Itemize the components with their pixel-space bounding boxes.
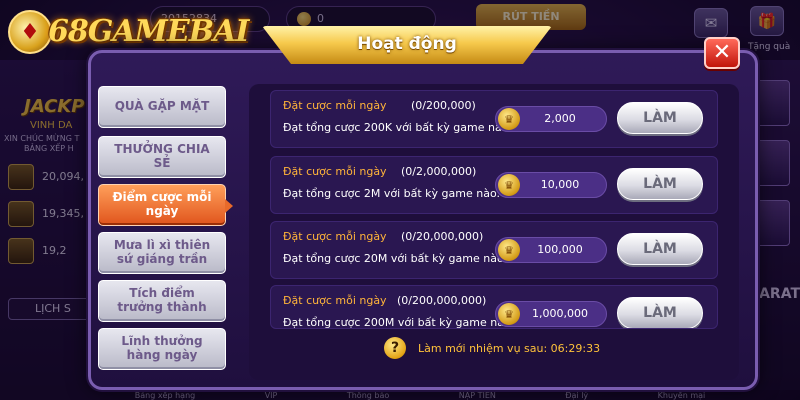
task-row: Đặt cược mỗi ngày (0/2,000,000) Đạt tổng… [270,156,718,214]
tab-share-reward[interactable]: THƯỞNG CHIA SẺ [98,136,226,178]
tab-growth-points[interactable]: Tích điểm trưởng thành [98,280,226,322]
close-button[interactable]: ✕ [704,37,740,69]
task-row: Đặt cược mỗi ngày (0/200,000) Đạt tổng c… [270,90,718,148]
refresh-timer: ? Làm mới nhiệm vụ sau: 06:29:33 [384,336,600,360]
crown-coin-icon: ♛ [498,174,520,196]
brand-name: 68GAMEBAI [48,14,249,49]
task-row: Đặt cược mỗi ngày (0/200,000,000) Đạt tổ… [270,285,718,329]
task-row: Đặt cược mỗi ngày (0/20,000,000) Đạt tổn… [270,221,718,279]
task-description: Đạt tổng cược 20M với bất kỳ game nào. [283,252,507,265]
task-progress: (0/2,000,000) [401,165,477,178]
reward-pill: ♛ 10,000 [495,172,607,198]
crown-coin-icon: ♛ [498,239,520,261]
task-progress: (0/200,000,000) [397,294,487,307]
reward-pill: ♛ 2,000 [495,106,607,132]
reward-value: 1,000,000 [532,307,588,320]
task-title: Đặt cược mỗi ngày [283,294,387,307]
task-progress: (0/20,000,000) [401,230,484,243]
do-task-button[interactable]: LÀM [617,233,703,265]
task-description: Đạt tổng cược 200K với bất kỳ game nào. [283,121,512,134]
reward-value: 10,000 [540,178,580,191]
do-task-button[interactable]: LÀM [617,297,703,328]
tab-daily-bet-points[interactable]: Điểm cược mỗi ngày [98,184,233,226]
task-progress: (0/200,000) [411,99,476,112]
crown-coin-icon: ♛ [498,303,520,325]
do-task-button[interactable]: LÀM [617,102,703,134]
task-title: Đặt cược mỗi ngày [283,230,387,243]
crown-coin-icon: ♛ [498,108,520,130]
tab-welcome-gift[interactable]: QUÀ GẶP MẶT [98,86,226,128]
refresh-countdown: Làm mới nhiệm vụ sau: 06:29:33 [418,341,601,355]
reward-pill: ♛ 1,000,000 [495,301,607,327]
reward-pill: ♛ 100,000 [495,237,607,263]
task-title: Đặt cược mỗi ngày [283,165,387,178]
reward-value: 100,000 [537,243,583,256]
tab-lucky-money-rain[interactable]: Mưa lì xì thiên sứ giáng trần [98,232,226,274]
tab-daily-reward[interactable]: Lĩnh thưởng hàng ngày [98,328,226,370]
close-icon: ✕ [712,40,732,65]
help-icon[interactable]: ? [384,337,406,359]
do-task-button[interactable]: LÀM [617,168,703,200]
modal-title: Hoạt động [357,34,457,54]
task-title: Đặt cược mỗi ngày [283,99,387,112]
reward-value: 2,000 [544,112,576,125]
task-description: Đạt tổng cược 200M với bất kỳ game nào. [283,316,514,329]
task-description: Đạt tổng cược 2M với bất kỳ game nào. [283,187,500,200]
dice-icon: ♦ [8,10,52,54]
